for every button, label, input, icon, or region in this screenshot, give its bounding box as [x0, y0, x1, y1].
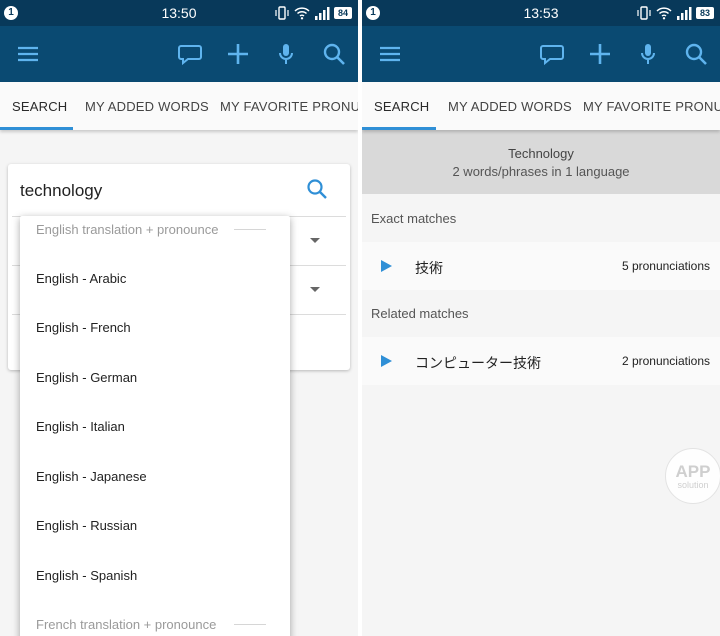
play-icon[interactable]	[379, 259, 393, 273]
pronunciation-count: 2 pronunciations	[621, 354, 710, 368]
tab-bar: SEARCH MY ADDED WORDS MY FAVORITE PRONUN…	[0, 82, 358, 130]
search-input[interactable]: technology	[20, 181, 102, 201]
battery-indicator: 84	[334, 7, 352, 19]
battery-indicator: 83	[696, 7, 714, 19]
dropdown-group-header: French translation + pronounce	[36, 617, 217, 632]
tab-indicator	[0, 127, 73, 130]
app-bar	[0, 26, 358, 82]
result-row[interactable]: 技術 5 pronunciations	[362, 242, 720, 290]
dropdown-caret-icon[interactable]	[310, 238, 320, 243]
tab-my-favorite-pronunciations[interactable]: MY FAVORITE PRONUNC	[583, 99, 720, 114]
section-heading: Exact matches	[371, 211, 457, 226]
dropdown-option[interactable]: English - Japanese	[36, 469, 147, 484]
term-title: Technology	[508, 146, 574, 161]
watermark-logo: APP solution	[665, 448, 720, 504]
wifi-icon	[294, 7, 310, 20]
result-word: コンピューター技術	[415, 355, 541, 371]
plus-icon[interactable]	[586, 40, 614, 68]
watermark-text: APP	[675, 462, 711, 481]
wifi-icon	[656, 7, 672, 20]
divider	[234, 624, 266, 625]
tab-search[interactable]: SEARCH	[374, 99, 429, 114]
result-row[interactable]: コンピューター技術 2 pronunciations	[362, 337, 720, 385]
dropdown-option[interactable]: English - French	[36, 320, 131, 335]
search-icon[interactable]	[682, 40, 710, 68]
status-bar: 1 13:50 84	[0, 0, 358, 26]
dropdown-option[interactable]: English - German	[36, 370, 137, 385]
menu-icon[interactable]	[376, 40, 404, 68]
play-icon[interactable]	[379, 354, 393, 368]
search-icon[interactable]	[306, 178, 328, 200]
dropdown-group-header: English translation + pronounce	[36, 222, 219, 237]
dropdown-option[interactable]: English - Italian	[36, 419, 125, 434]
status-bar: 1 13:53 83	[362, 0, 720, 26]
left-screen: 1 13:50 84 SEARCH MY ADDED WORDS MY FAVO…	[0, 0, 358, 636]
result-word: 技術	[415, 260, 443, 276]
mic-icon[interactable]	[634, 40, 662, 68]
dropdown-option[interactable]: English - Russian	[36, 518, 137, 533]
search-icon[interactable]	[320, 40, 348, 68]
app-bar	[362, 26, 720, 82]
language-pair-dropdown: English translation + pronounce English …	[20, 216, 290, 636]
term-subtitle: 2 words/phrases in 1 language	[452, 164, 630, 179]
tab-search[interactable]: SEARCH	[12, 99, 67, 114]
divider	[234, 229, 266, 230]
tab-indicator	[362, 127, 436, 130]
vibrate-icon	[275, 6, 289, 20]
tab-my-added-words[interactable]: MY ADDED WORDS	[448, 99, 572, 114]
search-term-summary: Technology 2 words/phrases in 1 language	[362, 130, 720, 194]
chat-icon[interactable]	[176, 40, 204, 68]
section-heading: Related matches	[371, 306, 469, 321]
tab-my-added-words[interactable]: MY ADDED WORDS	[85, 99, 209, 114]
mic-icon[interactable]	[272, 40, 300, 68]
tab-bar: SEARCH MY ADDED WORDS MY FAVORITE PRONUN…	[362, 82, 720, 130]
vibrate-icon	[637, 6, 651, 20]
plus-icon[interactable]	[224, 40, 252, 68]
right-screen: 1 13:53 83 SEARCH MY ADDED WORDS MY FAVO…	[362, 0, 720, 636]
tab-my-favorite-pronunciations[interactable]: MY FAVORITE PRONUNC	[220, 99, 358, 114]
pronunciation-count: 5 pronunciations	[621, 259, 710, 273]
chat-icon[interactable]	[538, 40, 566, 68]
dropdown-option[interactable]: English - Arabic	[36, 271, 126, 286]
dropdown-option[interactable]: English - Spanish	[36, 568, 137, 583]
dropdown-caret-icon[interactable]	[310, 287, 320, 292]
menu-icon[interactable]	[14, 40, 42, 68]
signal-icon	[677, 7, 692, 20]
signal-icon	[315, 7, 330, 20]
watermark-subtext: solution	[677, 480, 709, 490]
